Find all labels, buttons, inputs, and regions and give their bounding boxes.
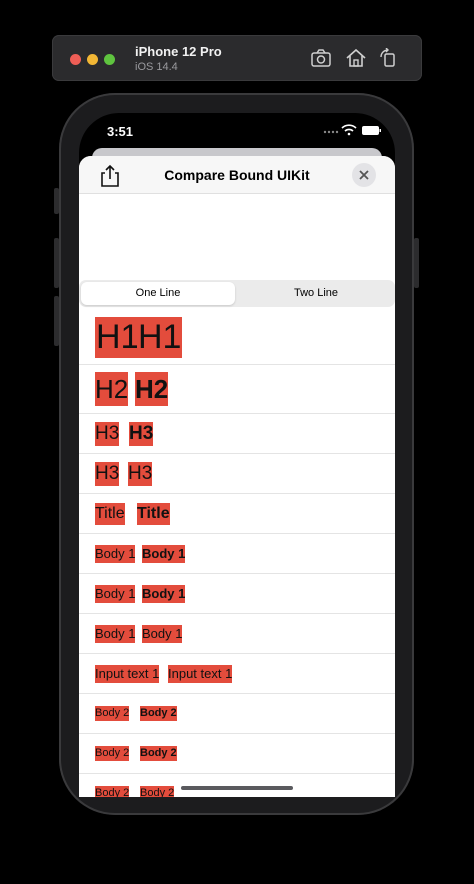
bold-label: Body 2: [140, 786, 175, 797]
regular-label: Input text 1: [95, 665, 160, 683]
list-item: Input text 1 Input text 1: [79, 654, 395, 694]
notch: [134, 113, 306, 137]
status-icons: [323, 124, 381, 136]
bold-label: H2: [135, 372, 169, 406]
close-icon: [359, 170, 369, 180]
home-icon[interactable]: [345, 48, 367, 68]
line-mode-segmented-control: One Line Two Line: [79, 280, 395, 307]
zoom-window-button[interactable]: [104, 54, 115, 65]
list-item: Body 2 Body 2: [79, 734, 395, 774]
screenshot-icon[interactable]: [310, 48, 332, 68]
regular-label: Body 1: [95, 585, 136, 603]
bold-label: Body 2: [140, 746, 177, 761]
regular-label: Body 2: [95, 786, 130, 797]
close-window-button[interactable]: [70, 54, 81, 65]
power-button: [414, 238, 419, 288]
bold-label: Body 1: [142, 625, 183, 643]
nav-bar: Compare Bound UIKit: [79, 156, 395, 194]
volume-down-button: [54, 296, 59, 346]
bold-label: Input text 1: [168, 665, 233, 683]
bold-label: H3: [128, 462, 153, 486]
regular-label: Body 2: [95, 706, 130, 721]
bold-label: Body 1: [142, 545, 186, 563]
bold-label: Body 2: [140, 706, 177, 721]
compare-sheet: Compare Bound UIKit One Line Two Line H1…: [79, 156, 395, 797]
signal-icon: [323, 130, 339, 134]
wifi-icon: [341, 124, 357, 136]
page-title: Compare Bound UIKit: [164, 167, 310, 183]
battery-icon: [362, 126, 381, 135]
bold-label: Title: [137, 503, 170, 525]
regular-label: Body 1: [95, 625, 136, 643]
bold-label: Body 1: [142, 585, 186, 603]
volume-up-button: [54, 238, 59, 288]
segment-one-line[interactable]: One Line: [81, 282, 235, 305]
list-item: Title Title: [79, 494, 395, 534]
list-item: H3 H3: [79, 454, 395, 494]
minimize-window-button[interactable]: [87, 54, 98, 65]
list-item: Body 2 Body 2: [79, 694, 395, 734]
os-version: iOS 14.4: [135, 61, 178, 73]
regular-label: H3: [95, 462, 120, 486]
list-item: H1 H1: [79, 308, 395, 365]
list-item: H3 H3: [79, 414, 395, 454]
list-item: H2 H2: [79, 365, 395, 414]
list-item: Body 1 Body 1: [79, 614, 395, 654]
home-indicator[interactable]: [181, 786, 293, 790]
rotate-icon[interactable]: [378, 48, 400, 68]
regular-label: Title: [95, 503, 125, 525]
bold-label: H1: [137, 317, 183, 358]
typography-list: H1 H1 H2 H2 H3 H3 H3 H3 Title Title Body…: [79, 308, 395, 797]
regular-label: Body 2: [95, 746, 130, 761]
regular-label: Body 1: [95, 545, 136, 563]
close-button[interactable]: [352, 163, 376, 187]
status-time: 3:51: [107, 124, 134, 139]
simulator-toolbar: iPhone 12 Pro iOS 14.4: [52, 35, 422, 81]
regular-label: H1: [95, 317, 141, 358]
list-item: Body 1 Body 1: [79, 574, 395, 614]
bold-label: H3: [129, 422, 154, 446]
segment-two-line[interactable]: Two Line: [239, 282, 393, 305]
regular-label: H3: [95, 422, 120, 446]
regular-label: H2: [95, 372, 129, 406]
list-item: Body 1 Body 1: [79, 534, 395, 574]
device-name: iPhone 12 Pro: [135, 44, 222, 59]
mute-switch: [54, 188, 59, 214]
